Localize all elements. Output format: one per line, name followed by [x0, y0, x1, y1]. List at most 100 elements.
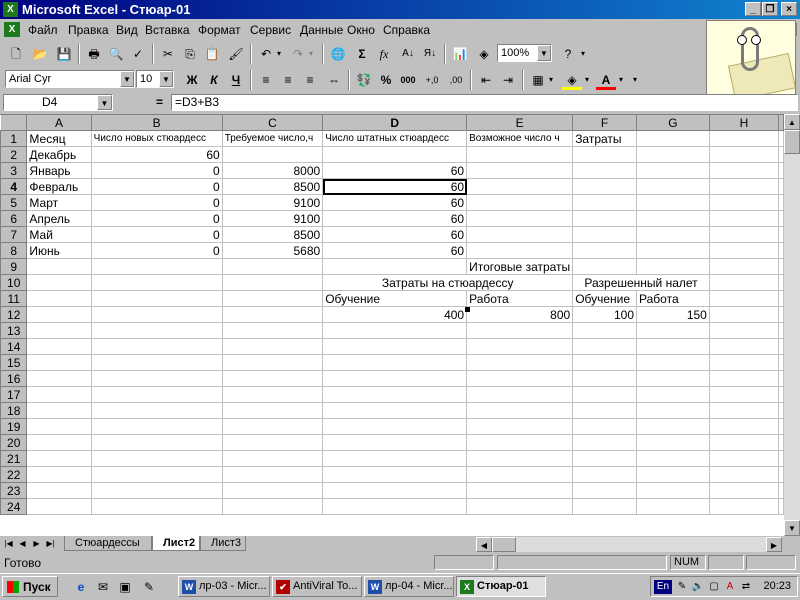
select-all-corner[interactable] — [0, 114, 28, 131]
cell[interactable] — [466, 194, 574, 211]
cell[interactable] — [90, 306, 223, 323]
cell[interactable] — [636, 386, 710, 403]
paste-icon[interactable]: 📋 — [202, 44, 222, 64]
cell[interactable] — [708, 370, 780, 387]
column-header-g[interactable]: G — [636, 114, 710, 131]
tray-network-icon[interactable]: ⇄ — [739, 580, 753, 594]
task-button-active[interactable]: X Стюар-01 — [456, 576, 546, 597]
new-icon[interactable]: 🗋 — [6, 44, 26, 64]
cell[interactable] — [572, 498, 638, 515]
cell[interactable] — [708, 258, 780, 275]
currency-icon[interactable]: 💱 — [354, 70, 374, 90]
cell[interactable] — [572, 226, 638, 243]
cell[interactable]: Январь — [26, 162, 92, 179]
borders-dropdown-icon[interactable]: ▾ — [546, 70, 556, 90]
clock[interactable]: 20:23 — [763, 580, 791, 592]
cell[interactable] — [636, 450, 710, 467]
cell[interactable]: 400 — [322, 306, 468, 323]
cell[interactable] — [26, 450, 92, 467]
scroll-left-icon[interactable]: ◀ — [476, 537, 492, 552]
show-desktop-icon[interactable]: ▣ — [116, 578, 134, 596]
menu-help[interactable]: Справка — [383, 23, 430, 37]
cell[interactable] — [90, 498, 223, 515]
cell[interactable] — [221, 274, 324, 291]
menu-edit[interactable]: Правка — [68, 23, 109, 37]
first-sheet-icon[interactable]: |◀ — [2, 537, 15, 551]
font-size-combo[interactable]: 10 ▼ — [136, 70, 174, 88]
menu-format[interactable]: Формат — [198, 23, 241, 37]
excel-app-icon[interactable]: X — [3, 2, 18, 17]
cell[interactable] — [778, 290, 784, 307]
cell[interactable] — [466, 354, 574, 371]
cell[interactable] — [322, 498, 468, 515]
cell[interactable] — [322, 258, 468, 275]
cell[interactable] — [322, 466, 468, 483]
sheet-tab-list2[interactable]: Лист2 — [152, 536, 200, 551]
cell[interactable]: 9100 — [221, 194, 324, 211]
column-header-a[interactable]: A — [26, 114, 92, 131]
cell[interactable] — [26, 434, 92, 451]
cell[interactable] — [572, 194, 638, 211]
menu-window[interactable]: Окно — [347, 23, 375, 37]
font-color-icon[interactable]: A — [596, 70, 616, 90]
cell[interactable] — [221, 258, 324, 275]
cell[interactable]: 60 — [322, 194, 468, 211]
row-header[interactable]: 6 — [0, 210, 28, 227]
cell[interactable] — [778, 402, 784, 419]
cell[interactable] — [708, 466, 780, 483]
cell[interactable]: Март — [26, 194, 92, 211]
cell[interactable] — [636, 482, 710, 499]
cell[interactable] — [322, 338, 468, 355]
cell[interactable] — [466, 178, 574, 195]
cell[interactable]: 60 — [322, 210, 468, 227]
column-header-e[interactable]: E — [466, 114, 574, 131]
cell[interactable] — [708, 146, 780, 163]
cell[interactable] — [26, 274, 92, 291]
cell[interactable] — [466, 370, 574, 387]
cell[interactable] — [778, 258, 784, 275]
cell[interactable]: 800 — [466, 306, 574, 323]
cell[interactable] — [26, 322, 92, 339]
underline-icon[interactable]: Ч — [226, 70, 246, 90]
row-header[interactable]: 22 — [0, 466, 28, 483]
cell[interactable] — [778, 498, 784, 515]
cell[interactable] — [708, 130, 780, 147]
cell[interactable] — [90, 402, 223, 419]
cell[interactable] — [466, 482, 574, 499]
cell[interactable] — [322, 146, 468, 163]
cell[interactable] — [636, 338, 710, 355]
cell[interactable] — [90, 434, 223, 451]
volume-icon[interactable]: 🔊 — [691, 580, 705, 594]
cell[interactable]: 0 — [90, 162, 223, 179]
cell[interactable]: Месяц — [26, 130, 92, 147]
cell[interactable] — [708, 242, 780, 259]
prev-sheet-icon[interactable]: ◀ — [16, 537, 29, 551]
cell[interactable] — [466, 242, 574, 259]
cell[interactable] — [708, 210, 780, 227]
cell[interactable] — [778, 210, 784, 227]
cell[interactable] — [708, 194, 780, 211]
name-box[interactable]: D4 ▼ — [3, 94, 113, 111]
cell[interactable] — [636, 402, 710, 419]
cell[interactable]: 60 — [322, 162, 468, 179]
cell[interactable] — [708, 498, 780, 515]
cell[interactable] — [322, 402, 468, 419]
cell[interactable] — [466, 466, 574, 483]
hscroll-thumb[interactable] — [492, 537, 516, 552]
fill-color-dropdown-icon[interactable]: ▾ — [582, 70, 592, 90]
cell[interactable] — [466, 162, 574, 179]
cell[interactable] — [572, 242, 638, 259]
redo-dropdown-icon[interactable]: ▾ — [306, 44, 316, 64]
cell[interactable] — [572, 178, 638, 195]
cell[interactable]: Апрель — [26, 210, 92, 227]
cell[interactable] — [636, 434, 710, 451]
office-assistant[interactable] — [706, 20, 796, 98]
cell[interactable]: 9100 — [221, 210, 324, 227]
cell[interactable] — [90, 258, 223, 275]
chevron-down-icon[interactable]: ▼ — [120, 71, 134, 87]
cell[interactable]: 0 — [90, 178, 223, 195]
cell[interactable]: Декабрь — [26, 146, 92, 163]
cell[interactable] — [221, 146, 324, 163]
task-button-lr04[interactable]: W лр-04 - Micr... — [364, 576, 454, 597]
active-cell[interactable]: 60 — [322, 178, 468, 195]
